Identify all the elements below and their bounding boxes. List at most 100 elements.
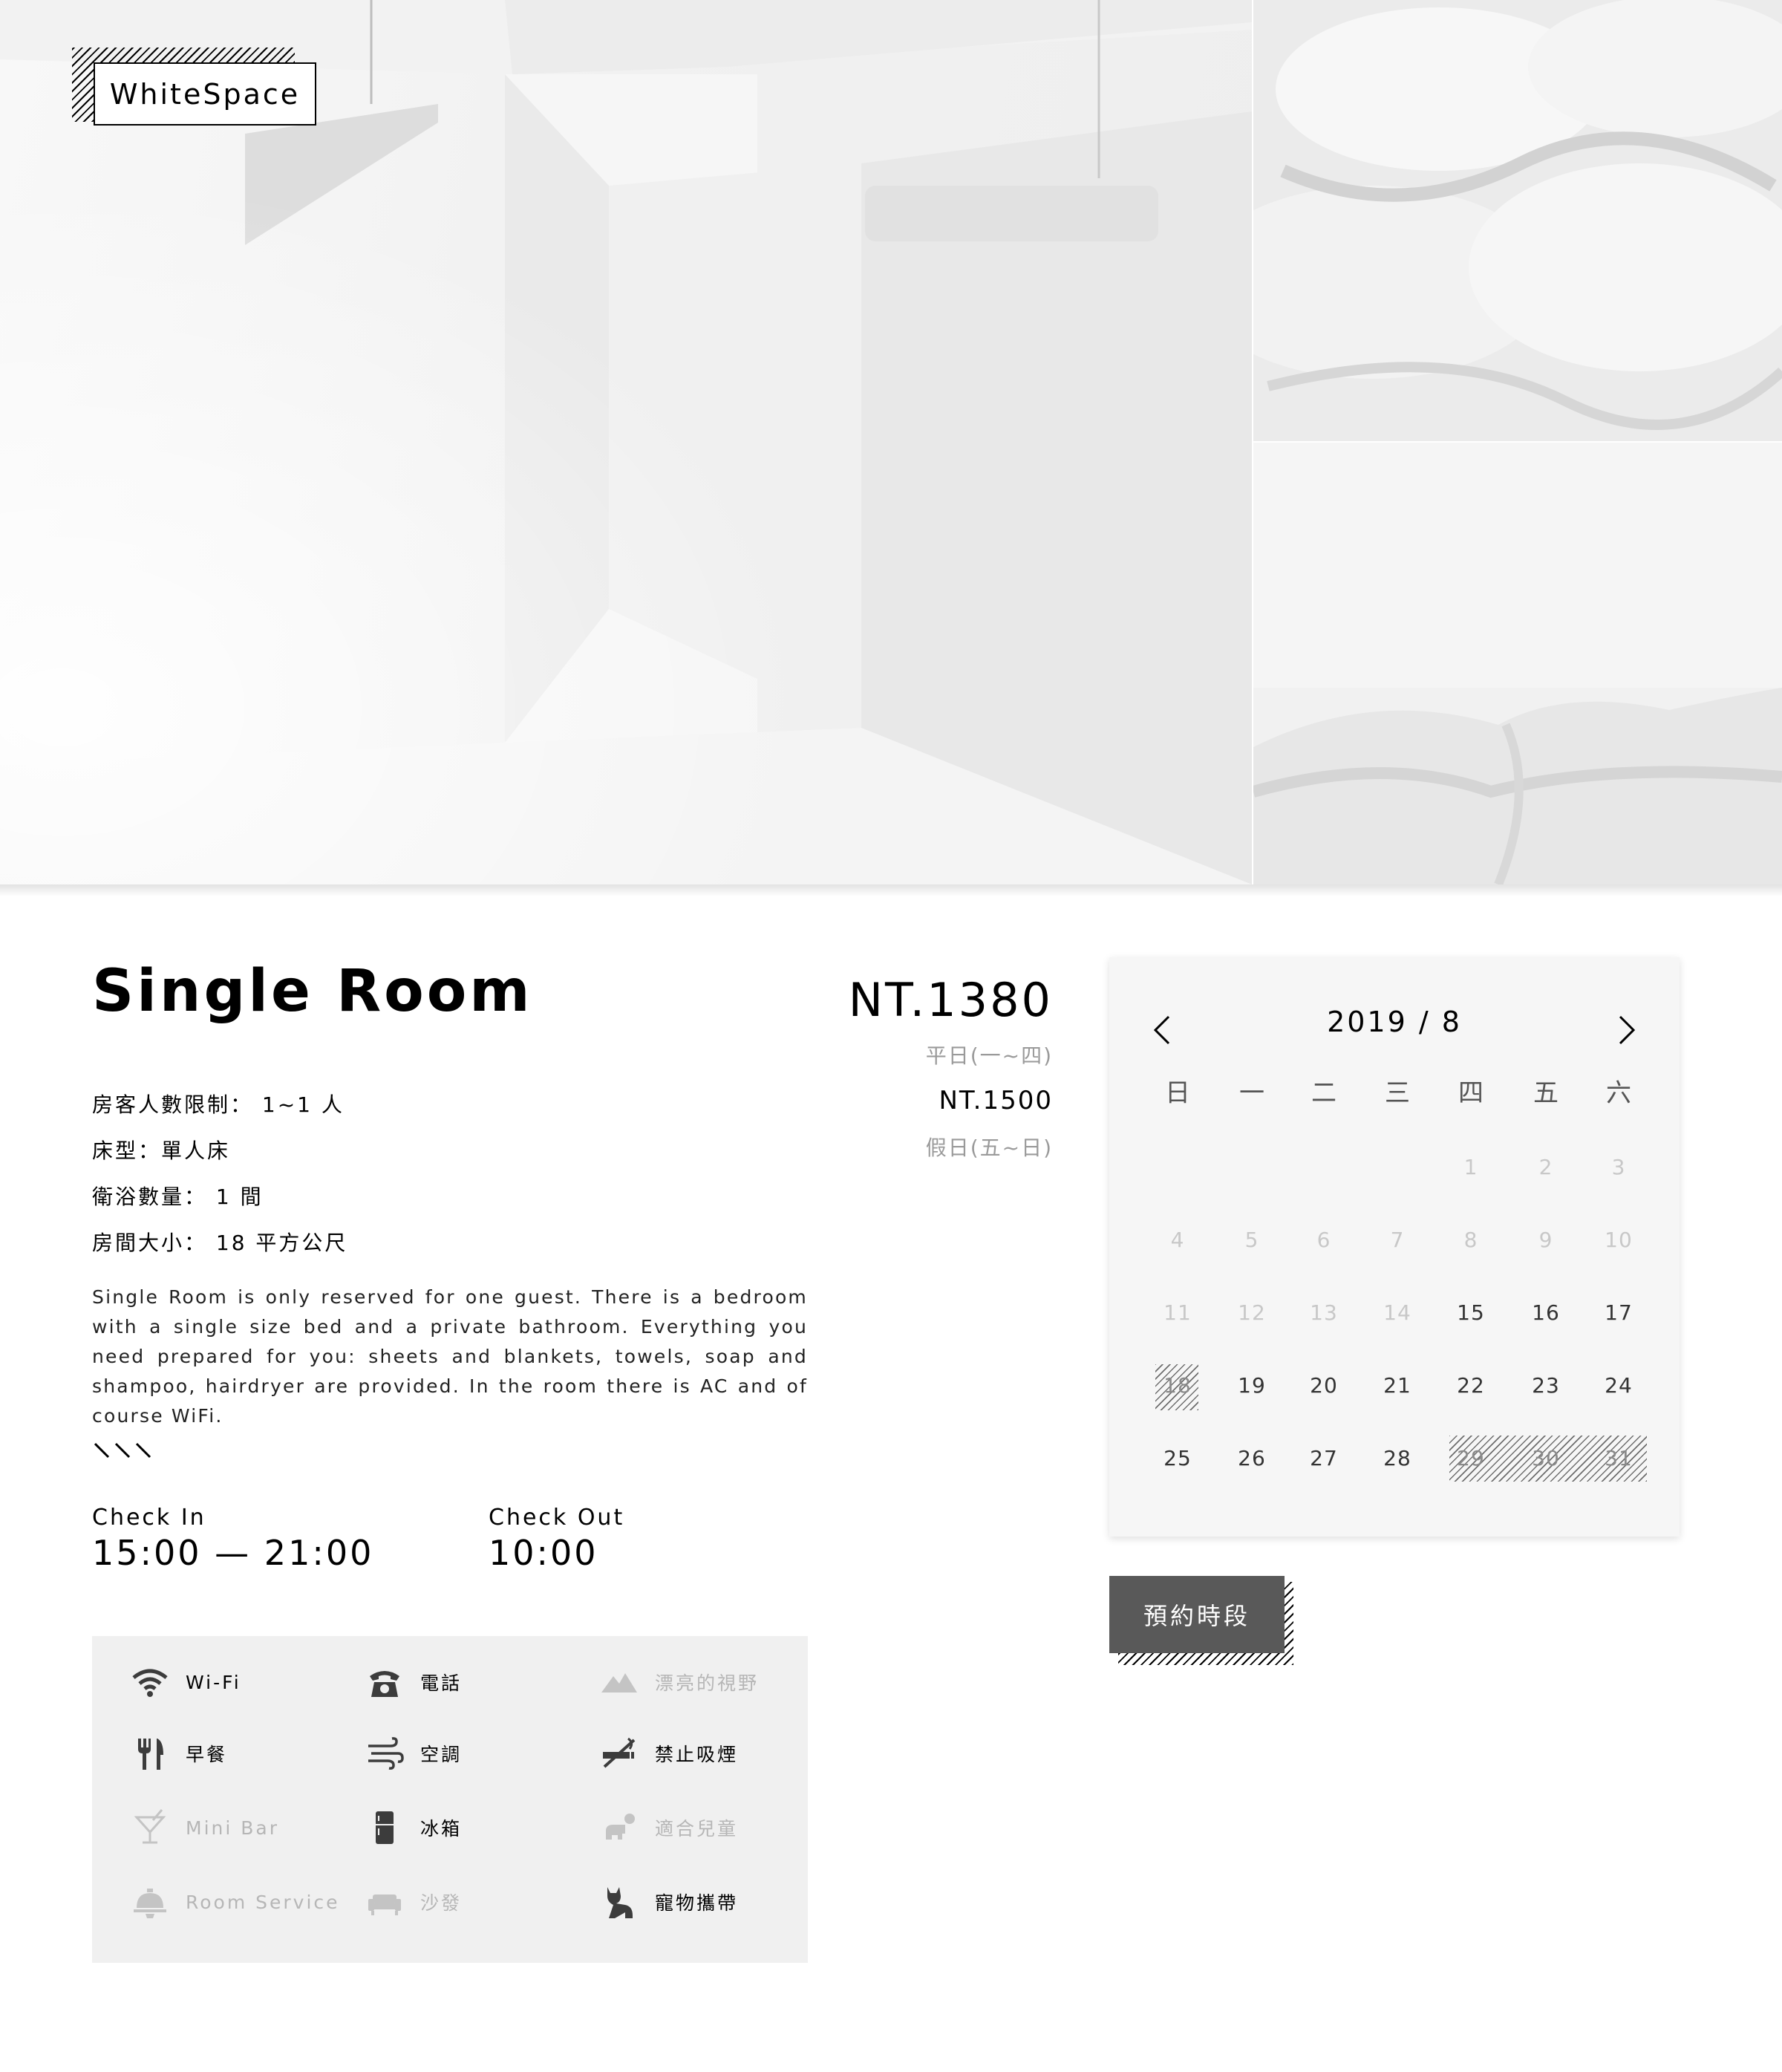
weekday-header: 四 <box>1458 1078 1484 1108</box>
calendar-day: 29 <box>1445 1436 1497 1481</box>
calendar-day-number: 9 <box>1538 1228 1553 1252</box>
calendar-day[interactable]: 21 <box>1371 1364 1423 1408</box>
calendar-day[interactable]: 20 <box>1298 1364 1350 1408</box>
calendar-day[interactable]: 26 <box>1226 1436 1278 1481</box>
calendar-day-number: 19 <box>1238 1373 1266 1398</box>
amenity-label: 沙發 <box>420 1892 463 1914</box>
calendar-day[interactable]: 15 <box>1445 1291 1497 1335</box>
amenity-kids: 適合兒童 <box>597 1805 738 1850</box>
calendar-day-number: 10 <box>1605 1228 1633 1252</box>
check-in-label: Check In <box>92 1505 206 1531</box>
weekday-price: NT.1380 <box>848 973 1053 1027</box>
calendar-day-number: 3 <box>1611 1155 1626 1179</box>
calendar-day[interactable]: 22 <box>1445 1364 1497 1408</box>
calendar-day-number: 22 <box>1457 1373 1485 1398</box>
calendar-day-number: 21 <box>1383 1373 1411 1398</box>
calendar-day: 18 <box>1152 1364 1204 1408</box>
check-out-time: 10:00 <box>489 1533 598 1573</box>
room-title: Single Room <box>92 958 533 1025</box>
calendar-day-number: 15 <box>1457 1300 1485 1325</box>
calendar-day-number: 30 <box>1532 1446 1560 1470</box>
brand-logo[interactable]: WhiteSpace <box>94 62 316 126</box>
calendar-day: 14 <box>1371 1291 1423 1335</box>
weekend-price: NT.1500 <box>939 1086 1053 1115</box>
calendar-day-number: 26 <box>1238 1446 1266 1470</box>
spec-guest-limit: 房客人數限制： 1~1 人 <box>92 1092 345 1117</box>
sofa-icon <box>362 1880 407 1924</box>
calendar-day: 8 <box>1445 1218 1497 1263</box>
amenity-air-conditioner: 空調 <box>362 1731 462 1776</box>
calendar-next-button[interactable] <box>1608 1009 1645 1051</box>
calendar-day-number: 13 <box>1310 1300 1338 1325</box>
check-in-time: 15:00 — 21:00 <box>92 1533 374 1573</box>
calendar-day: 30 <box>1520 1436 1572 1481</box>
amenity-room-service: Room Service <box>128 1880 340 1924</box>
calendar-day-number: 18 <box>1163 1373 1192 1398</box>
weekday-header: 一 <box>1239 1078 1264 1108</box>
check-out-label: Check Out <box>489 1505 625 1531</box>
calendar-day-number: 6 <box>1316 1228 1331 1252</box>
calendar-day[interactable]: 23 <box>1520 1364 1572 1408</box>
weekday-header: 五 <box>1533 1078 1559 1108</box>
calendar-day-number: 5 <box>1244 1228 1259 1252</box>
calendar-day-number: 16 <box>1532 1300 1560 1325</box>
amenity-label: 空調 <box>420 1744 463 1765</box>
availability-calendar: 2019 / 8 日 一 二 三 四 五 六 1 2 3 4 5 6 7 8 9 10 11 12 13… <box>1109 957 1680 1537</box>
amenity-wifi: Wi-Fi <box>128 1660 241 1704</box>
amenity-minibar: Mini Bar <box>128 1805 279 1850</box>
calendar-day-number: 28 <box>1383 1446 1411 1470</box>
calendar-day: 31 <box>1593 1436 1645 1481</box>
calendar-day: 9 <box>1520 1218 1572 1263</box>
calendar-day-number: 24 <box>1605 1373 1633 1398</box>
weekday-header: 三 <box>1385 1078 1410 1108</box>
calendar-day-number: 7 <box>1390 1228 1405 1252</box>
calendar-day[interactable]: 16 <box>1520 1291 1572 1335</box>
calendar-day-number: 1 <box>1463 1155 1478 1179</box>
calendar-day[interactable]: 25 <box>1152 1436 1204 1481</box>
amenity-label: 寵物攜帶 <box>655 1892 739 1914</box>
room-description: Single Room is only reserved for one gue… <box>92 1286 808 1427</box>
calendar-day-number: 31 <box>1605 1446 1633 1470</box>
amenity-no-smoking: 禁止吸煙 <box>597 1731 738 1776</box>
book-time-slot-button[interactable]: 預約時段 <box>1109 1576 1285 1653</box>
chevron-right-icon <box>1619 1015 1636 1045</box>
amenity-label: 漂亮的視野 <box>655 1672 760 1694</box>
amenity-telephone: 電話 <box>362 1660 462 1704</box>
calendar-day: 5 <box>1226 1218 1278 1263</box>
hero-photo-bedding-bottom <box>1253 443 1782 884</box>
amenity-fridge: 冰箱 <box>362 1805 462 1850</box>
cocktail-icon <box>128 1805 172 1850</box>
spec-bathrooms: 衛浴數量： 1 間 <box>92 1185 264 1209</box>
mountain-view-icon <box>597 1660 642 1704</box>
amenity-label: Wi-Fi <box>186 1671 241 1693</box>
amenity-pets: 寵物攜帶 <box>597 1880 738 1924</box>
amenity-breakfast: 早餐 <box>128 1731 227 1776</box>
amenity-label: 電話 <box>420 1672 463 1694</box>
weekend-price-label: 假日(五~日) <box>925 1136 1053 1160</box>
amenity-label: 禁止吸煙 <box>655 1744 739 1765</box>
calendar-day-number: 14 <box>1383 1300 1411 1325</box>
weekday-header: 六 <box>1606 1078 1631 1108</box>
amenity-label: Mini Bar <box>186 1817 280 1839</box>
air-conditioner-icon <box>362 1731 407 1776</box>
calendar-day[interactable]: 28 <box>1371 1436 1423 1481</box>
calendar-day: 3 <box>1593 1145 1645 1190</box>
calendar-day[interactable]: 17 <box>1593 1291 1645 1335</box>
no-smoking-icon <box>597 1731 642 1776</box>
calendar-day-number: 29 <box>1457 1446 1485 1470</box>
room-service-bell-icon <box>128 1880 172 1924</box>
calendar-day-number: 17 <box>1605 1300 1633 1325</box>
calendar-day[interactable]: 19 <box>1226 1364 1278 1408</box>
room-photo-illustration <box>0 0 1252 884</box>
calendar-day-number: 2 <box>1538 1155 1553 1179</box>
spec-bed-type: 床型：單人床 <box>92 1138 231 1163</box>
amenity-label: 早餐 <box>186 1744 228 1765</box>
spec-room-size: 房間大小： 18 平方公尺 <box>92 1231 348 1255</box>
weekday-header: 二 <box>1311 1078 1336 1108</box>
calendar-day-number: 23 <box>1532 1373 1560 1398</box>
calendar-day[interactable]: 27 <box>1298 1436 1350 1481</box>
amenity-label: 適合兒童 <box>655 1818 739 1840</box>
calendar-day[interactable]: 24 <box>1593 1364 1645 1408</box>
calendar-day: 6 <box>1298 1218 1350 1263</box>
calendar-day-number: 25 <box>1163 1446 1192 1470</box>
